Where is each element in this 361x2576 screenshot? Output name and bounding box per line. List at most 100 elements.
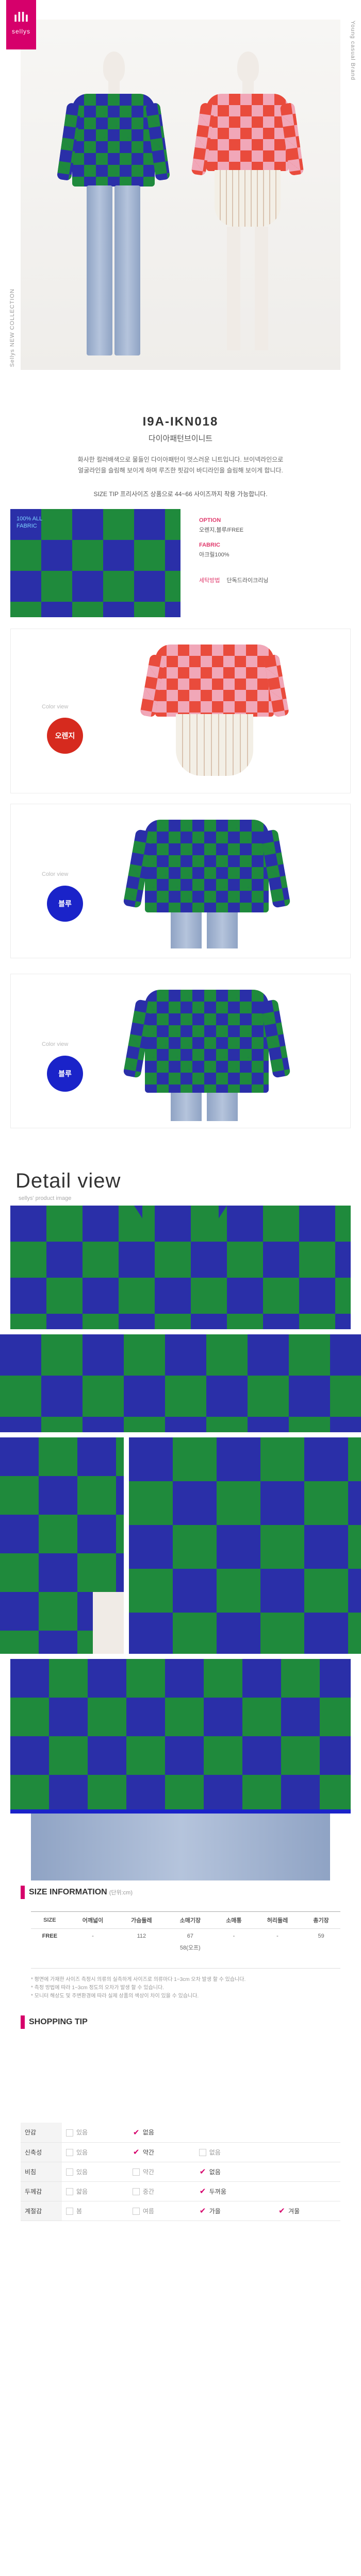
tip-option: 얇음 bbox=[62, 2181, 128, 2201]
tip-option bbox=[274, 2162, 340, 2182]
product-info-section: I9A-IKN018 다이아패턴브이니트 화사한 컬러배색으로 물들인 다이아패… bbox=[0, 407, 361, 799]
tip-option-label: 약간 bbox=[142, 2168, 154, 2176]
color-view-label: Color view bbox=[42, 871, 69, 877]
description-line: 얼굴라인을 슬림해 보이게 하며 루즈한 핏감이 바디라인을 슬림해 보이게 합… bbox=[78, 467, 283, 474]
checkbox-icon[interactable] bbox=[66, 2208, 73, 2215]
fabric-closeup-image: 100% ALL FABRIC bbox=[10, 509, 180, 617]
shopping-tip-section: 안감있음없음신축성있음약간없음비침있음약간없음두께감얇음중간두꺼움계절감봄여름가… bbox=[0, 2123, 361, 2247]
checkbox-icon[interactable] bbox=[66, 2129, 73, 2137]
product-code: I9A-IKN018 bbox=[142, 415, 219, 429]
hero-vertical-left-text: Sellys NEW COLLECTION bbox=[9, 289, 15, 367]
tip-option bbox=[274, 2123, 340, 2143]
table-row: 계절감 봄 여름 가을 겨울 bbox=[21, 2201, 340, 2221]
tip-option: 가을 bbox=[194, 2201, 274, 2221]
hero-section: ıllı sellys Sellys NEW COLLECTION Young … bbox=[0, 0, 361, 407]
tip-option-label: 가을 bbox=[209, 2207, 221, 2215]
size-info-section: SIZE INFORMATION (단위:cm) SIZE 어깨넓이 가슴둘레 소… bbox=[0, 1880, 361, 2123]
detail-view-title: Detail view bbox=[15, 1170, 121, 1192]
tip-option: 두꺼움 bbox=[194, 2181, 274, 2201]
tip-option-label: 겨울 bbox=[288, 2207, 300, 2215]
fabric-label: 100% ALL FABRIC bbox=[17, 516, 43, 529]
table-row-sub: 58(오프) bbox=[179, 1945, 201, 1951]
tip-option-label: 약간 bbox=[142, 2148, 154, 2156]
spec-option: OPTION 오렌지,블루/FREE bbox=[199, 517, 244, 533]
blue-look-image-2 bbox=[123, 979, 291, 1124]
detail-image-hem bbox=[0, 1659, 361, 1880]
brand-logo[interactable]: ıllı sellys bbox=[6, 0, 36, 49]
color-swatch-blue[interactable]: 블루 bbox=[47, 1056, 83, 1092]
blue-look-image bbox=[123, 809, 291, 954]
tip-option: 여름 bbox=[128, 2201, 195, 2221]
tip-row-label: 비침 bbox=[21, 2162, 62, 2182]
color-view-label: Color view bbox=[42, 704, 69, 710]
tip-option-label: 있음 bbox=[76, 2129, 88, 2137]
color-view-card-orange: Color view 오렌지 bbox=[10, 629, 351, 793]
detail-image-pattern bbox=[0, 1334, 361, 1432]
tip-option-label: 봄 bbox=[76, 2207, 83, 2215]
checkbox-icon[interactable] bbox=[66, 2149, 73, 2157]
tip-option: 중간 bbox=[128, 2181, 195, 2201]
hero-vertical-right-text: Young casual Brand bbox=[350, 21, 356, 81]
checkbox-icon[interactable] bbox=[132, 2208, 140, 2215]
tip-option: 있음 bbox=[62, 2142, 128, 2162]
checkbox-icon[interactable] bbox=[199, 2149, 206, 2157]
checked-checkbox-icon[interactable] bbox=[199, 2167, 206, 2176]
logo-mark-icon: ıllı bbox=[13, 9, 29, 25]
tip-option bbox=[274, 2142, 340, 2162]
tip-option-label: 두꺼움 bbox=[209, 2188, 226, 2195]
size-table: SIZE 어깨넓이 가슴둘레 소매기장 소매통 허리둘레 총기장 FREE - … bbox=[31, 1911, 340, 1956]
color-view-label: Color view bbox=[42, 1041, 69, 1047]
tip-option: 약간 bbox=[128, 2142, 195, 2162]
tip-option: 약간 bbox=[128, 2162, 195, 2182]
tip-option bbox=[274, 2181, 340, 2201]
tip-option-label: 여름 bbox=[142, 2207, 154, 2215]
table-row: FREE - 112 67 - - 59 bbox=[42, 1933, 324, 1939]
detail-images-section bbox=[0, 1329, 361, 1880]
product-name: 다이아패턴브이니트 bbox=[148, 434, 213, 443]
color-views-section: Color view 블루 Color view 블루 Detail view … bbox=[0, 799, 361, 1329]
color-view-card-blue-2: Color view 블루 bbox=[10, 974, 351, 1128]
tip-option: 있음 bbox=[62, 2123, 128, 2143]
spec-washing: 세탁방법 단독드라이크리닝 bbox=[199, 578, 269, 584]
detail-image-sleeve bbox=[0, 1437, 361, 1654]
checkbox-icon[interactable] bbox=[132, 2168, 140, 2176]
color-swatch-orange[interactable]: 오렌지 bbox=[47, 718, 83, 754]
checked-checkbox-icon[interactable] bbox=[278, 2206, 286, 2215]
tip-row-label: 두께감 bbox=[21, 2181, 62, 2201]
checked-checkbox-icon[interactable] bbox=[199, 2187, 206, 2196]
tip-option-label: 있음 bbox=[76, 2168, 88, 2176]
description-line: 화사한 컬러배색으로 물들인 다이아패턴이 멋스러운 니트입니다. 브이넥라인으… bbox=[77, 456, 284, 463]
tip-option-label: 없음 bbox=[142, 2129, 154, 2137]
tip-option-label: 중간 bbox=[142, 2188, 154, 2195]
size-table-header: SIZE 어깨넓이 가슴둘레 소매기장 소매통 허리둘레 총기장 bbox=[31, 1911, 340, 1929]
tip-option: 없음 bbox=[194, 2162, 274, 2182]
table-row: 신축성 있음 약간 없음 bbox=[21, 2142, 340, 2162]
checked-checkbox-icon[interactable] bbox=[199, 2206, 206, 2215]
table-row: 두께감 얇음 중간 두꺼움 bbox=[21, 2181, 340, 2201]
checked-checkbox-icon[interactable] bbox=[132, 2147, 140, 2157]
checkbox-icon[interactable] bbox=[66, 2168, 73, 2176]
checked-checkbox-icon[interactable] bbox=[132, 2128, 140, 2137]
color-swatch-blue[interactable]: 블루 bbox=[47, 886, 83, 922]
size-notes: * 평면에 가재한 사이즈 측정시 의류의 실측하게 사이즈로 의류마다 1~3… bbox=[31, 1968, 340, 2001]
checkbox-icon[interactable] bbox=[132, 2188, 140, 2196]
checkbox-icon[interactable] bbox=[66, 2188, 73, 2196]
logo-text: sellys bbox=[11, 28, 30, 35]
tip-option: 없음 bbox=[194, 2142, 274, 2162]
tip-option-label: 얇음 bbox=[76, 2188, 88, 2195]
tip-option: 있음 bbox=[62, 2162, 128, 2182]
tip-option: 없음 bbox=[128, 2123, 195, 2143]
product-description: 화사한 컬러배색으로 물들인 다이아패턴이 멋스러운 니트입니다. 브이넥라인으… bbox=[52, 454, 309, 476]
tip-option: 봄 bbox=[62, 2201, 128, 2221]
orange-look-image bbox=[139, 634, 290, 789]
tip-row-label: 계절감 bbox=[21, 2201, 62, 2221]
table-row: 안감 있음 없음 bbox=[21, 2123, 340, 2143]
size-tip: SIZE TIP 프리사이즈 상품으로 44~66 사이즈까지 착용 가능합니다… bbox=[93, 490, 268, 498]
size-info-heading: SIZE INFORMATION (단위:cm) bbox=[29, 1888, 133, 1896]
color-view-card-blue: Color view 블루 bbox=[10, 804, 351, 958]
tip-row-label: 안감 bbox=[21, 2123, 62, 2143]
shopping-tip-heading: SHOPPING TIP bbox=[29, 2018, 88, 2026]
shopping-tip-table: 안감있음없음신축성있음약간없음비침있음약간없음두께감얇음중간두꺼움계절감봄여름가… bbox=[21, 2123, 340, 2221]
tip-row-label: 신축성 bbox=[21, 2142, 62, 2162]
detail-image-neckline bbox=[10, 1206, 351, 1329]
